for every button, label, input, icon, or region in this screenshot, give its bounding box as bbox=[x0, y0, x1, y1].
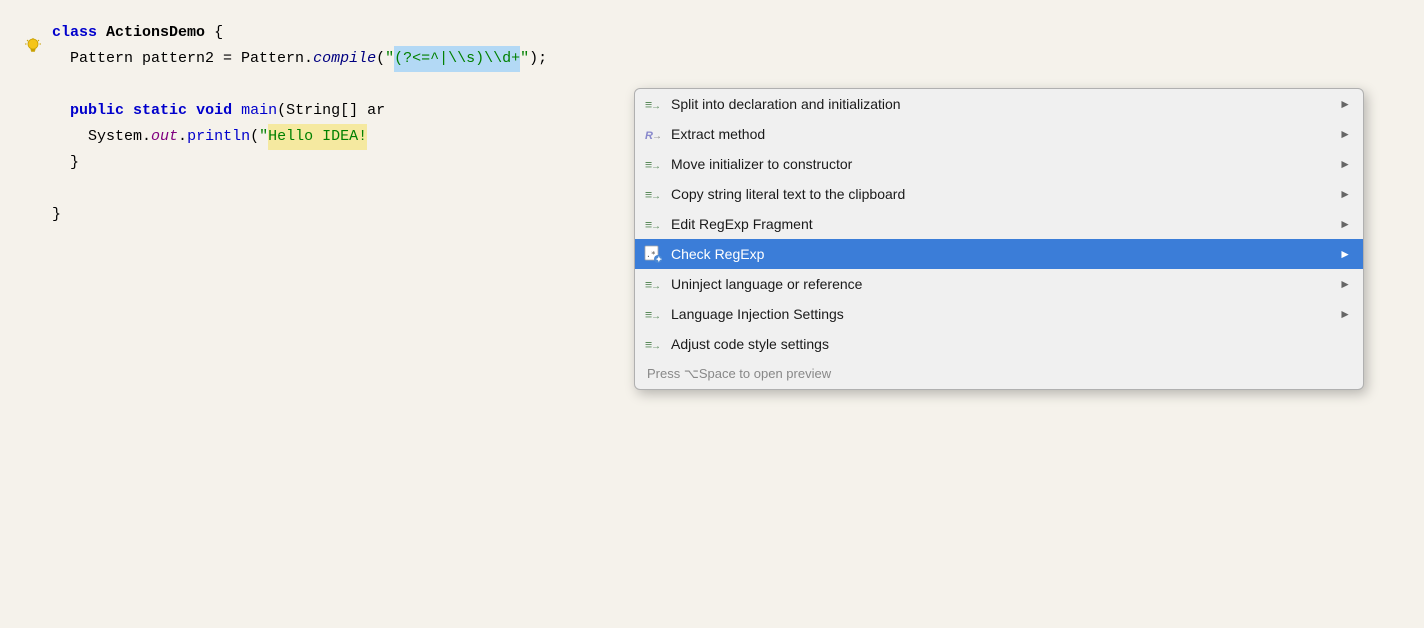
code-text bbox=[124, 98, 133, 124]
code-text bbox=[97, 20, 106, 46]
code-text: pattern2 = Pattern. bbox=[133, 46, 313, 72]
hello-string-start: " bbox=[259, 124, 268, 150]
menu-arrow-edit: ► bbox=[1339, 217, 1351, 231]
hello-string-highlighted: Hello IDEA! bbox=[268, 124, 367, 150]
code-line-1: class ActionsDemo { bbox=[20, 20, 1424, 46]
svg-text:→: → bbox=[651, 341, 661, 352]
svg-text:→: → bbox=[651, 101, 661, 112]
kw-void: void bbox=[196, 98, 232, 124]
refactor-icon-uninject: ≡ → bbox=[643, 274, 663, 294]
menu-arrow-check: ► bbox=[1339, 247, 1351, 261]
refactor-icon-move: ≡ → bbox=[643, 154, 663, 174]
menu-arrow-move: ► bbox=[1339, 157, 1351, 171]
menu-label-injection: Language Injection Settings bbox=[671, 306, 1331, 322]
refactor-icon-injection: ≡ → bbox=[643, 304, 663, 324]
refactor-icon-adjust: ≡ → bbox=[643, 334, 663, 354]
kw-public: public bbox=[70, 98, 124, 124]
code-text: ( bbox=[250, 124, 259, 150]
code-indent bbox=[52, 46, 70, 72]
menu-item-injection[interactable]: ≡ → Language Injection Settings ► bbox=[635, 299, 1363, 329]
refactor-icon-split: ≡ → bbox=[643, 94, 663, 114]
refactor-icon-edit: ≡ → bbox=[643, 214, 663, 234]
string-start-quote: " bbox=[385, 46, 394, 72]
menu-item-copy[interactable]: ≡ → Copy string literal text to the clip… bbox=[635, 179, 1363, 209]
check-regexp-icon: .* ✦ bbox=[643, 244, 663, 264]
code-text: ); bbox=[529, 46, 547, 72]
menu-arrow-extract: ► bbox=[1339, 127, 1351, 141]
menu-label-edit: Edit RegExp Fragment bbox=[671, 216, 1331, 232]
footer-text: Press ⌥Space to open preview bbox=[647, 366, 1351, 382]
code-text: { bbox=[205, 20, 223, 46]
menu-arrow-copy: ► bbox=[1339, 187, 1351, 201]
menu-footer: Press ⌥Space to open preview bbox=[635, 359, 1363, 389]
svg-text:→: → bbox=[651, 281, 661, 292]
class-name: ActionsDemo bbox=[106, 20, 205, 46]
code-indent bbox=[52, 98, 70, 124]
menu-item-extract[interactable]: R → Extract method ► bbox=[635, 119, 1363, 149]
svg-text:→: → bbox=[651, 191, 661, 202]
menu-arrow-split: ► bbox=[1339, 97, 1351, 111]
menu-label-move: Move initializer to constructor bbox=[671, 156, 1331, 172]
println-method: println bbox=[187, 124, 250, 150]
menu-label-adjust: Adjust code style settings bbox=[671, 336, 1351, 352]
code-indent: } bbox=[52, 150, 79, 176]
menu-label-extract: Extract method bbox=[671, 126, 1331, 142]
menu-label-uninject: Uninject language or reference bbox=[671, 276, 1331, 292]
refactor-icon-extract: R → bbox=[643, 124, 663, 144]
context-menu: ≡ → Split into declaration and initializ… bbox=[634, 88, 1364, 390]
out-field: out bbox=[151, 124, 178, 150]
type-pattern: Pattern bbox=[70, 46, 133, 72]
string-highlighted: (?<=^|\\s)\\d+ bbox=[394, 46, 520, 72]
code-text: ( bbox=[376, 46, 385, 72]
code-text: (String[] ar bbox=[277, 98, 385, 124]
code-brace: } bbox=[52, 202, 61, 228]
svg-text:→: → bbox=[651, 221, 661, 232]
menu-label-split: Split into declaration and initializatio… bbox=[671, 96, 1331, 112]
menu-item-split[interactable]: ≡ → Split into declaration and initializ… bbox=[635, 89, 1363, 119]
menu-item-check[interactable]: .* ✦ Check RegExp ► bbox=[635, 239, 1363, 269]
menu-item-uninject[interactable]: ≡ → Uninject language or reference ► bbox=[635, 269, 1363, 299]
menu-arrow-uninject: ► bbox=[1339, 277, 1351, 291]
string-end-quote: " bbox=[520, 46, 529, 72]
svg-text:→: → bbox=[652, 131, 661, 142]
code-dot: . bbox=[178, 124, 187, 150]
svg-text:✦: ✦ bbox=[656, 255, 663, 263]
menu-arrow-injection: ► bbox=[1339, 307, 1351, 321]
menu-label-check: Check RegExp bbox=[671, 246, 1331, 262]
code-line-2: Pattern pattern2 = Pattern.compile("(?<=… bbox=[20, 46, 1424, 72]
svg-text:→: → bbox=[651, 311, 661, 322]
menu-item-edit[interactable]: ≡ → Edit RegExp Fragment ► bbox=[635, 209, 1363, 239]
code-indent bbox=[52, 124, 88, 150]
code-text bbox=[187, 98, 196, 124]
menu-item-adjust[interactable]: ≡ → Adjust code style settings bbox=[635, 329, 1363, 359]
menu-item-move[interactable]: ≡ → Move initializer to constructor ► bbox=[635, 149, 1363, 179]
svg-text:→: → bbox=[651, 161, 661, 172]
keyword-class: class bbox=[52, 20, 97, 46]
system-class: System. bbox=[88, 124, 151, 150]
menu-label-copy: Copy string literal text to the clipboar… bbox=[671, 186, 1331, 202]
kw-static: static bbox=[133, 98, 187, 124]
method-compile: compile bbox=[313, 46, 376, 72]
method-main: main bbox=[232, 98, 277, 124]
refactor-icon-copy: ≡ → bbox=[643, 184, 663, 204]
